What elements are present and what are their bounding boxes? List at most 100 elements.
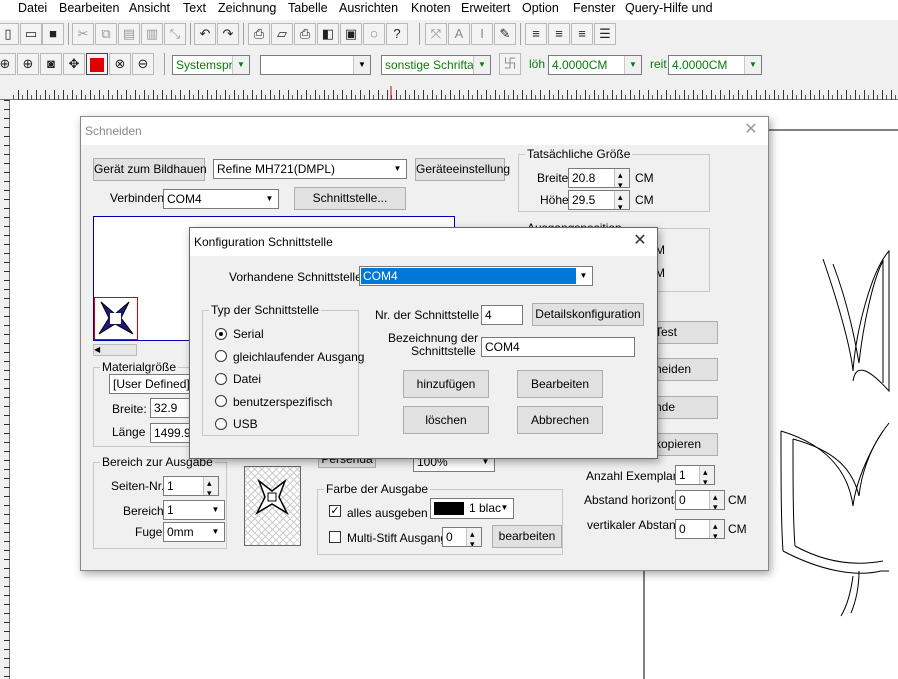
menu-ansicht[interactable]: Ansicht (129, 1, 170, 15)
print-preview-icon[interactable]: ◧ (317, 23, 339, 45)
menu-ausrichten[interactable]: Ausrichten (339, 1, 398, 15)
new-file-icon[interactable]: ▯ (0, 23, 19, 45)
radio-usb[interactable] (215, 418, 227, 430)
h-spacing-unit: CM (728, 493, 747, 507)
edit-color-button[interactable]: bearbeiten (492, 525, 562, 548)
actual-height-unit: CM (635, 193, 654, 207)
zoom-page-icon[interactable]: ◙ (40, 53, 62, 75)
align-left-icon[interactable]: ≡ (525, 23, 547, 45)
menu-erweitert[interactable]: Erweitert (461, 1, 510, 15)
preview-scrollbar[interactable]: ◀ (93, 344, 137, 356)
justify-icon[interactable]: ☰ (594, 23, 616, 45)
spinner-icon[interactable] (614, 191, 629, 209)
material-width-field[interactable]: 32.9 (150, 398, 194, 418)
all-output-checkbox[interactable]: ✓ (329, 505, 341, 517)
spinner-icon[interactable] (699, 466, 714, 484)
spinner-icon[interactable] (709, 520, 724, 538)
add-button[interactable]: hinzufügen (403, 370, 489, 398)
text-frame-icon[interactable]: A (448, 23, 470, 45)
spinner-icon[interactable] (203, 477, 218, 495)
node-edit-icon[interactable]: ⤧ (425, 23, 447, 45)
vertical-ruler[interactable] (0, 100, 10, 679)
delete-button[interactable]: löschen (403, 406, 489, 434)
spinner-icon[interactable] (709, 491, 724, 509)
undo-icon[interactable]: ↶ (194, 23, 216, 45)
details-config-button[interactable]: Detailskonfiguration (532, 303, 644, 326)
copy-icon[interactable]: ⧉ (95, 23, 117, 45)
all-output-label: alles ausgeben (347, 506, 428, 520)
material-length-field[interactable]: 1499.9 (150, 423, 194, 443)
cut-icon[interactable]: ✂ (72, 23, 94, 45)
copies-field[interactable]: 1 (675, 465, 715, 485)
paste-special-icon[interactable]: ▥ (141, 23, 163, 45)
interface-name-field[interactable]: COM4 (481, 337, 635, 357)
align-center-icon[interactable]: ≡ (548, 23, 570, 45)
redo-icon[interactable]: ↷ (217, 23, 239, 45)
actual-height-field[interactable]: 29.5 (568, 190, 630, 210)
color-select[interactable]: 1 blac ▼ (430, 498, 514, 519)
interface-button[interactable]: Schnittstelle... (294, 187, 406, 210)
output-icon[interactable]: ▣ (340, 23, 362, 45)
edit-button[interactable]: Bearbeiten (517, 370, 603, 398)
menu-text[interactable]: Text (183, 1, 206, 15)
menu-option[interactable]: Option (522, 1, 559, 15)
interface-number-field[interactable]: 4 (481, 305, 523, 325)
zoom-in-icon[interactable]: ⊕ (17, 53, 39, 75)
language-select[interactable]: Systemspra ▼ (172, 55, 250, 75)
lightbulb-icon[interactable]: ◌ (363, 23, 385, 45)
text-style-icon[interactable]: 卐 (499, 53, 521, 75)
menu-tabelle[interactable]: Tabelle (288, 1, 328, 15)
edit-text-icon[interactable]: ✎ (494, 23, 516, 45)
paste-icon[interactable]: ▤ (118, 23, 140, 45)
menu-query-hilfe[interactable]: Query-Hilfe und (625, 1, 713, 15)
horizontal-ruler[interactable] (0, 80, 898, 100)
menu-datei[interactable]: Datei (18, 1, 47, 15)
multi-pen-field[interactable]: 0 (442, 527, 482, 547)
help-icon[interactable]: ? (386, 23, 408, 45)
height-field[interactable]: 4.0000CM ▼ (548, 55, 642, 75)
connect-select[interactable]: COM4 ▼ (163, 189, 279, 209)
italic-icon[interactable]: I (471, 23, 493, 45)
joint-select[interactable]: 0mm ▼ (163, 522, 225, 542)
device-button[interactable]: Gerät zum Bildhauen (93, 158, 207, 181)
radio-custom[interactable] (215, 395, 227, 407)
zoom-icon[interactable]: ⊕ (0, 53, 16, 75)
spinner-icon[interactable] (466, 528, 481, 546)
menu-knoten[interactable]: Knoten (411, 1, 451, 15)
h-spacing-field[interactable]: 0 (675, 490, 725, 510)
menu-fenster[interactable]: Fenster (573, 1, 615, 15)
save-icon[interactable]: ■ (42, 23, 64, 45)
area-select[interactable]: 1 ▼ (163, 500, 225, 520)
multi-pen-checkbox[interactable] (329, 531, 341, 543)
available-interfaces-select[interactable]: COM4 ▼ (359, 266, 593, 286)
menu-zeichnung[interactable]: Zeichnung (218, 1, 276, 15)
clone-icon[interactable]: ⤡ (164, 23, 186, 45)
width-field[interactable]: 4.0000CM ▼ (668, 55, 762, 75)
close-icon[interactable]: ✕ (742, 121, 760, 139)
radio-serial[interactable] (215, 328, 227, 340)
menu-bearbeiten[interactable]: Bearbeiten (59, 1, 119, 15)
scan-icon[interactable]: ⎙ (248, 23, 270, 45)
device-model-select[interactable]: Refine MH721(DMPL) ▼ (213, 159, 407, 179)
radio-file[interactable] (215, 373, 227, 385)
pan-icon[interactable]: ✥ (63, 53, 85, 75)
color-fill-icon[interactable] (86, 53, 108, 75)
open-folder-icon[interactable]: ▭ (20, 23, 42, 45)
page-field[interactable]: 1 (163, 476, 219, 496)
close-icon[interactable]: ✕ (631, 232, 649, 250)
cancel-button[interactable]: Abbrechen (517, 406, 603, 434)
font-select[interactable]: ▼ (260, 55, 371, 75)
font-type-select[interactable]: sonstige Schrifta ▼ (381, 55, 491, 75)
zoom-out-icon[interactable]: ⊖ (132, 53, 154, 75)
joint-value: 0mm (167, 525, 194, 539)
frame-icon[interactable]: ▱ (271, 23, 293, 45)
radio-parallel[interactable] (215, 350, 227, 362)
align-right-icon[interactable]: ≡ (571, 23, 593, 45)
v-spacing-field[interactable]: 0 (675, 519, 725, 539)
spinner-icon[interactable] (614, 169, 629, 187)
print-icon[interactable]: ⎙ (294, 23, 316, 45)
device-settings-button[interactable]: Geräteeinstellung (415, 158, 510, 181)
zoom-select-icon[interactable]: ⊗ (109, 53, 131, 75)
material-preset-select[interactable]: [User Defined] (109, 374, 194, 394)
actual-width-field[interactable]: 20.8 (568, 168, 630, 188)
